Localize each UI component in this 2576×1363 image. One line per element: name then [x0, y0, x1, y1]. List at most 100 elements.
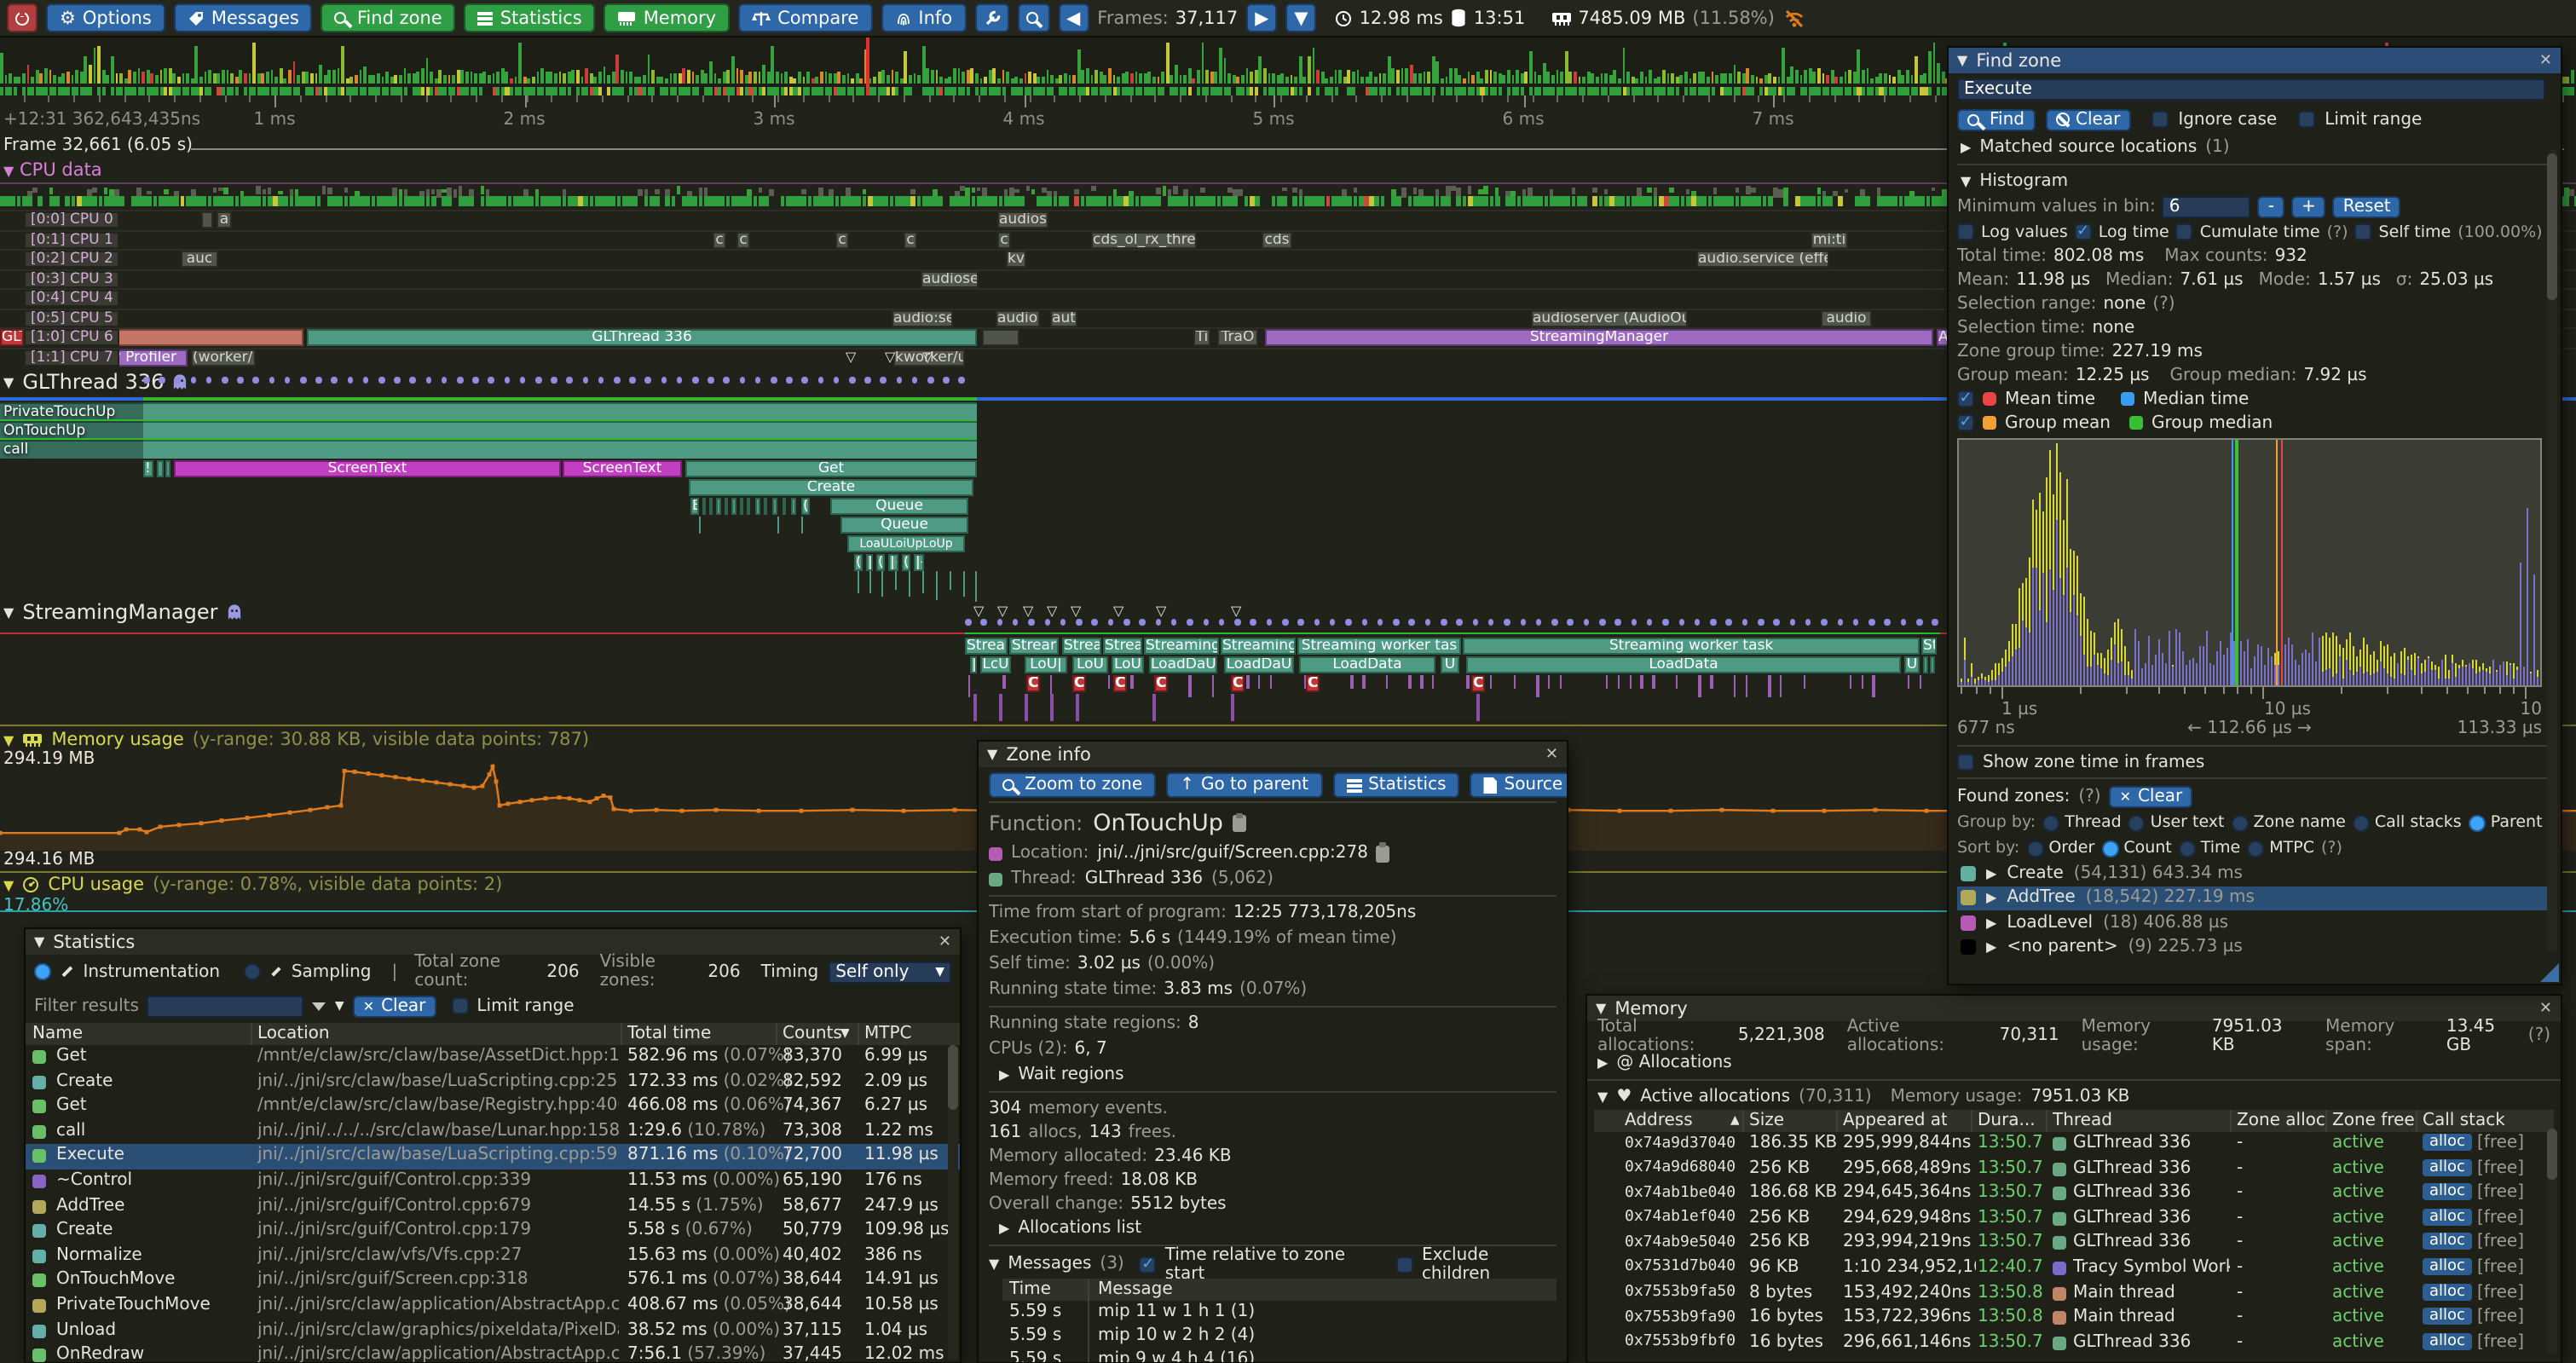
cpu-zone-chip[interactable]: auc [181, 251, 218, 268]
timeline-zone[interactable]: LoaULoiUpLoUp [847, 534, 965, 552]
allocations-list-expander[interactable]: ▶Allocations list [989, 1216, 1557, 1241]
timeline-zone[interactable]: Streaming worker tas [1297, 638, 1461, 655]
timeline-zone[interactable] [1923, 656, 1928, 673]
timeline-zone[interactable]: ( [801, 497, 810, 514]
matched-locations-expander[interactable]: ▶Matched source locations(1) [1957, 135, 2552, 160]
timeline-zone[interactable]: Create [689, 478, 973, 495]
timeline-zone[interactable] [157, 459, 164, 476]
help-icon[interactable]: (?) [2078, 787, 2100, 806]
timeline-zone[interactable]: | [866, 553, 873, 570]
timeline-zone[interactable]: Strea [1103, 638, 1142, 655]
memory-table-header[interactable]: AddressSizeAppeared atDura...ThreadZone … [1594, 1110, 2554, 1132]
close-icon[interactable]: ✕ [1545, 746, 1558, 763]
column-header[interactable]: Total time [627, 1025, 711, 1043]
radio-icon[interactable] [2232, 814, 2249, 831]
table-row[interactable]: ~Controljni/../jni/src/guif/Control.cpp:… [26, 1170, 960, 1194]
column-header[interactable]: Dura... [1978, 1112, 2036, 1130]
group-by-radio-parent[interactable]: Parent [2469, 813, 2543, 832]
cpu-zone-chip[interactable]: cds [1262, 231, 1292, 248]
group-by-radio-zone-name[interactable]: Zone name [2232, 813, 2346, 832]
log-time-checkbox[interactable]: ✓ [2075, 223, 2092, 240]
cpu-zone-chip[interactable]: c [997, 231, 1011, 248]
filter-input[interactable] [147, 995, 304, 1017]
sort-by-radio-count[interactable]: Count [2101, 839, 2171, 858]
crash-chip[interactable]: C [1231, 675, 1245, 692]
help-icon[interactable]: (?) [2321, 839, 2342, 858]
table-row[interactable]: 0x7553b9fa508 bytes153,492,240ns13:50.8M… [1594, 1281, 2554, 1306]
ignore-case-checkbox[interactable] [2151, 111, 2168, 128]
messages-expander[interactable]: ▼ [989, 1256, 999, 1272]
timeline-zone[interactable] [725, 497, 728, 514]
memory-button[interactable]: Memory [604, 3, 730, 32]
timeline-zone[interactable] [772, 497, 777, 514]
thread-depth-zone[interactable] [0, 402, 977, 420]
message-marker-icon[interactable]: ▽ [1023, 605, 1033, 619]
wait-regions-expander[interactable]: ▶Wait regions [989, 1062, 1557, 1088]
clipboard-icon[interactable] [1233, 815, 1247, 832]
timeline-zone[interactable]: Streaming [1144, 638, 1219, 655]
table-row[interactable]: AddTreejni/../jni/src/guif/Control.cpp:6… [26, 1194, 960, 1219]
timing-select[interactable]: Self only▼ [829, 961, 951, 983]
timeline-zone[interactable]: | [970, 656, 977, 673]
cpu-zone-chip[interactable]: cds_ol_rx_threa [1091, 231, 1197, 248]
zoom-button[interactable] [1017, 3, 1049, 32]
cpu-zone-chip[interactable]: a [217, 211, 232, 228]
message-marker-icon[interactable]: ▽ [1047, 605, 1057, 619]
reset-button[interactable]: Reset [2333, 195, 2401, 217]
sort-by-radio-time[interactable]: Time [2179, 839, 2241, 858]
expander-icon[interactable]: ▶ [1986, 915, 1996, 931]
alloc-callstack-button[interactable]: alloc [2423, 1233, 2472, 1250]
timeline-zone[interactable]: LoadDaU [1224, 656, 1294, 673]
timeline-zone[interactable] [791, 497, 796, 514]
mean-median-checkbox[interactable]: ✓ [1957, 390, 1974, 407]
crash-chip[interactable]: C [1072, 675, 1086, 692]
timeline-zone[interactable]: LoadData [1299, 656, 1435, 673]
cpu-zone-chip[interactable]: kv [1006, 251, 1026, 268]
radio-icon[interactable] [2353, 814, 2370, 831]
column-header[interactable]: Location [257, 1025, 330, 1043]
sort-by-radio-order[interactable]: Order [2026, 839, 2094, 858]
funnel-icon[interactable] [313, 1002, 326, 1010]
message-marker-icon[interactable]: ▽ [997, 605, 1008, 619]
table-row[interactable]: Unloadjni/../jni/src/claw/graphics/pixel… [26, 1319, 960, 1343]
message-row[interactable]: 5.59 smip 10 w 2 h 2 (4) [1002, 1325, 1557, 1349]
column-header[interactable]: Call stack [2423, 1112, 2505, 1130]
close-icon[interactable]: ✕ [939, 933, 951, 950]
timeline-zone[interactable] [702, 497, 706, 514]
timeline-zone[interactable]: LoadDaU [1149, 656, 1217, 673]
cpu-zone-chip[interactable]: (worker/) [191, 349, 256, 366]
timeline-zone[interactable]: LoU [1072, 656, 1108, 673]
crash-chip[interactable]: C [1306, 675, 1320, 692]
column-header[interactable]: Address [1625, 1112, 1693, 1130]
found-clear-button[interactable]: ✕Clear [2110, 785, 2193, 807]
clear-button[interactable]: Clear [2045, 108, 2130, 130]
options-button[interactable]: ⚙Options [46, 3, 165, 32]
alloc-callstack-button[interactable]: alloc [2423, 1158, 2472, 1175]
timeline-zone[interactable]: Queue [830, 497, 968, 514]
radio-icon[interactable] [2026, 840, 2043, 857]
cpu-zone-chip[interactable]: c [835, 231, 849, 248]
timeline-zone[interactable]: ( [902, 553, 910, 570]
timeline-zone[interactable] [716, 497, 721, 514]
limit-range-checkbox[interactable] [2297, 111, 2314, 128]
table-row[interactable]: Get/mnt/e/claw/src/claw/base/Registry.hp… [26, 1094, 960, 1119]
expander-icon[interactable]: ▶ [1986, 940, 1996, 956]
zone-info-titlebar[interactable]: ▼Zone info✕ [979, 742, 1567, 767]
go-to-parent-button[interactable]: ↑Go to parent [1166, 772, 1322, 798]
cpu-zone-chip[interactable]: audios [997, 211, 1048, 228]
table-row[interactable]: calljni/../jni/../../../src/claw/base/Lu… [26, 1120, 960, 1145]
table-row[interactable]: Executejni/../jni/src/claw/base/LuaScrip… [26, 1145, 960, 1170]
crash-chip[interactable]: C [1154, 675, 1168, 692]
timeline-zone[interactable]: LoU [1112, 656, 1144, 673]
histogram-plot[interactable] [1957, 438, 2542, 687]
close-icon[interactable]: ✕ [2539, 52, 2552, 69]
cpu-zone-chip[interactable]: audio.service (effect) [1696, 251, 1829, 268]
group-by-radio-call-stacks[interactable]: Call stacks [2353, 813, 2462, 832]
found-zone-item[interactable]: ▶<no parent>(9) 225.73 µs [1957, 935, 2552, 960]
location-value[interactable]: jni/../jni/src/guif/Screen.cpp:278 [1097, 844, 1368, 863]
cpu-data-header[interactable]: ▼ CPU data [3, 160, 102, 181]
cpu-usage-header[interactable]: ▼ CPU usage (y-range: 0.78%, visible dat… [3, 875, 502, 895]
timeline-zone[interactable]: LoadData [1466, 656, 1901, 673]
found-zone-item[interactable]: ▶LoadLevel(18) 406.88 µs [1957, 910, 2552, 935]
find-zone-titlebar[interactable]: ▼Find zone✕ [1949, 48, 2561, 73]
